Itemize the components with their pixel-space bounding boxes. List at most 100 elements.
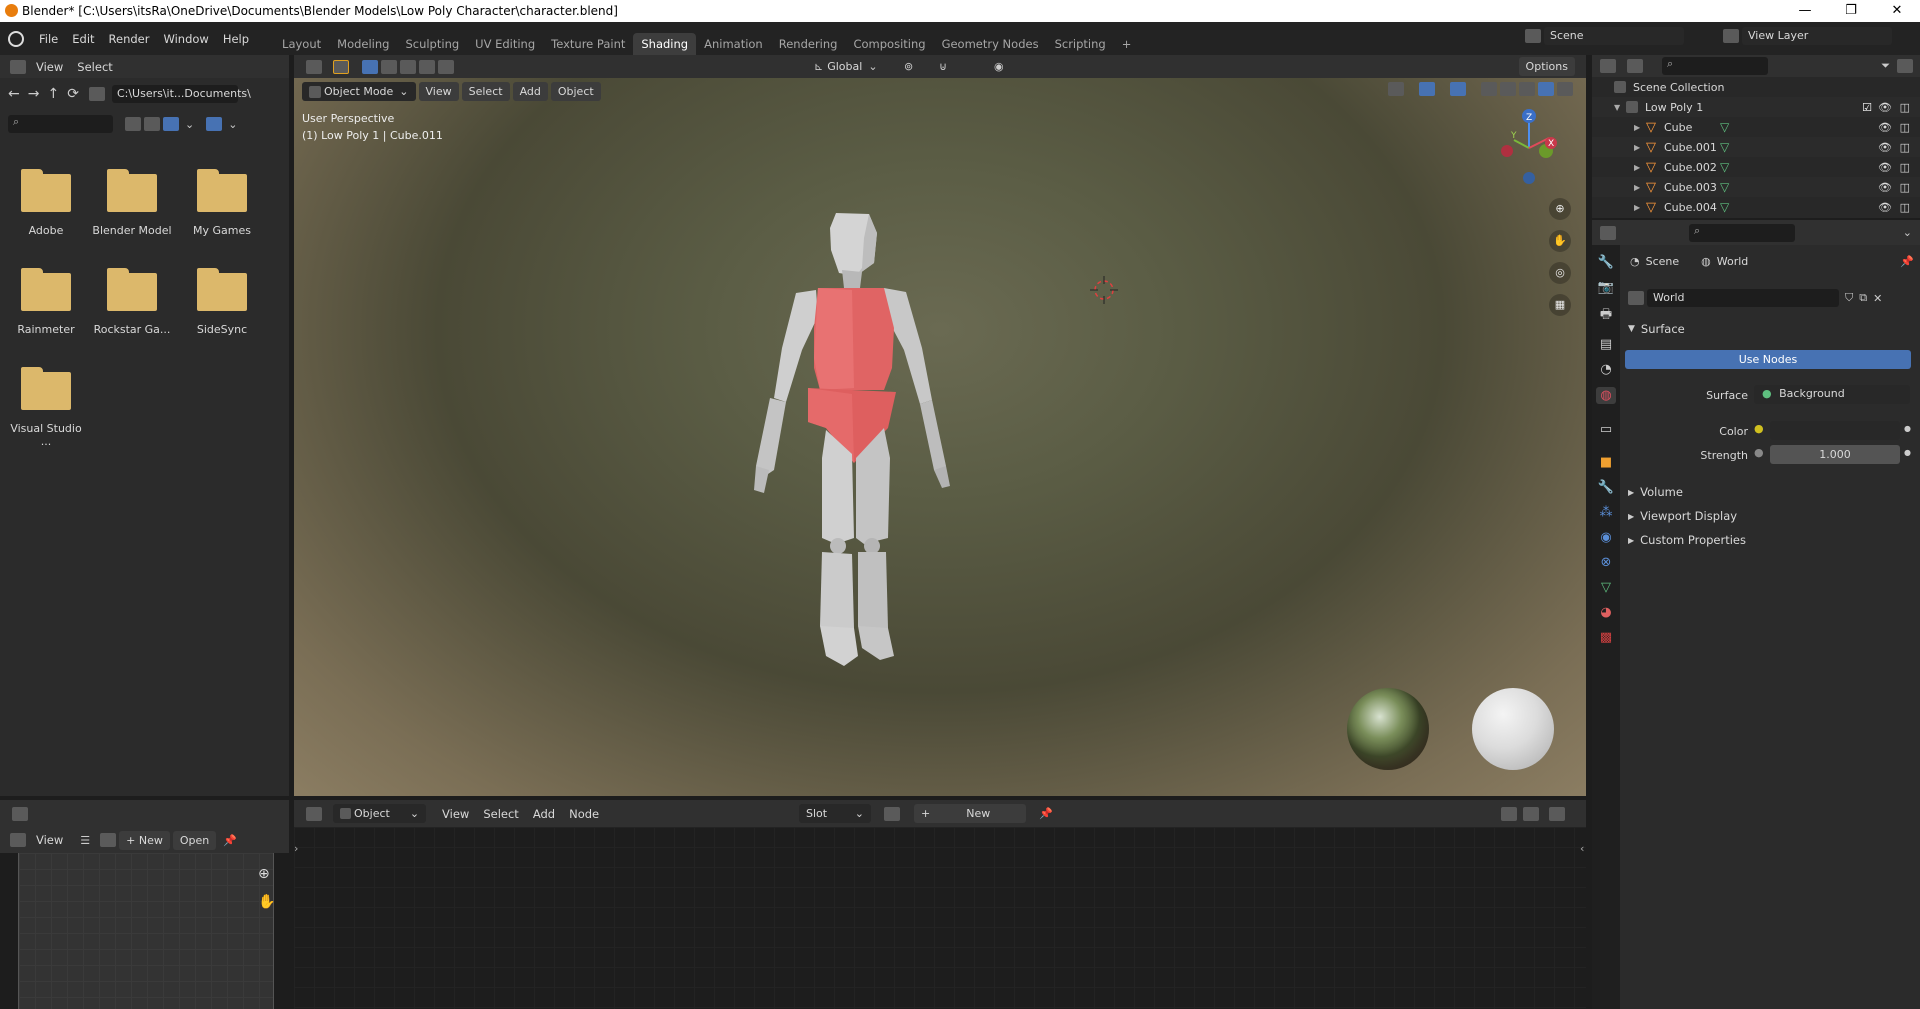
- tab-sculpting[interactable]: Sculpting: [397, 33, 467, 55]
- image-browse-icon[interactable]: [100, 833, 117, 847]
- node-node-menu[interactable]: Node: [562, 807, 606, 821]
- outliner-search-input[interactable]: ⌕: [1662, 57, 1768, 75]
- viewport-display-panel-header[interactable]: ▶ Viewport Display: [1628, 504, 1918, 528]
- duplicate-icon[interactable]: ⧉: [1859, 291, 1867, 305]
- expand-triangle-icon[interactable]: ▶: [1634, 163, 1646, 172]
- folder-item[interactable]: Rockstar Ga...: [92, 268, 172, 336]
- select-tool-icon[interactable]: [333, 59, 349, 74]
- mesh-data-tab-icon[interactable]: ▽: [1601, 580, 1611, 595]
- path-field[interactable]: C:\Users\it...Documents\: [111, 85, 251, 103]
- eye-icon[interactable]: 👁: [1878, 161, 1892, 174]
- collection-tab-icon[interactable]: ▭: [1600, 422, 1612, 437]
- tab-uv-editing[interactable]: UV Editing: [467, 33, 543, 55]
- eye-icon[interactable]: 👁: [1878, 141, 1892, 154]
- folder-item[interactable]: Blender Model: [92, 169, 172, 237]
- gizmo-toggle-icon[interactable]: [1419, 82, 1435, 96]
- eye-icon[interactable]: 👁: [1878, 121, 1892, 134]
- options-button[interactable]: Options: [1518, 57, 1575, 76]
- expand-triangle-icon[interactable]: ▶: [1634, 123, 1646, 132]
- expand-triangle-icon[interactable]: ▼: [1614, 103, 1626, 112]
- render-camera-icon[interactable]: ◫: [1900, 201, 1910, 214]
- outliner-object-row[interactable]: ▶ ▽ Cube.001 ▽ 👁 ◫: [1592, 137, 1920, 157]
- tab-texture-paint[interactable]: Texture Paint: [543, 33, 633, 55]
- outliner-object-row[interactable]: ▶ ▽ Cube.002 ▽ 👁 ◫: [1592, 157, 1920, 177]
- node-view-menu[interactable]: View: [435, 807, 476, 821]
- slot-selector[interactable]: Slot ⌄: [799, 804, 871, 823]
- tab-compositing[interactable]: Compositing: [845, 33, 933, 55]
- node-select-menu[interactable]: Select: [476, 807, 525, 821]
- neg-z-axis-handle[interactable]: [1523, 172, 1535, 184]
- pivot-point-icon[interactable]: ⊚: [904, 60, 913, 73]
- expand-triangle-icon[interactable]: ▶: [1634, 183, 1646, 192]
- editor-type-icon[interactable]: [1600, 225, 1616, 240]
- color-swatch[interactable]: [1770, 421, 1900, 440]
- new-image-button[interactable]: + New: [119, 830, 170, 850]
- 3d-viewport[interactable]: Object Mode ⌄ View Select Add Object Use…: [294, 78, 1586, 796]
- select-intersect-icon[interactable]: [419, 59, 435, 74]
- shader-node-canvas[interactable]: [294, 827, 1586, 1009]
- world-tab-icon[interactable]: ◍: [1596, 387, 1616, 404]
- scene-name-field[interactable]: Scene: [1544, 27, 1684, 45]
- new-material-button[interactable]: + New: [914, 804, 1026, 823]
- shader-type-selector[interactable]: Object ⌄: [333, 804, 427, 823]
- menu-render[interactable]: Render: [102, 32, 157, 46]
- outliner-scene-collection[interactable]: Scene Collection: [1592, 77, 1920, 97]
- new-collection-icon[interactable]: [1897, 59, 1913, 73]
- outliner-object-row[interactable]: ▶ ▽ Cube ▽ 👁 ◫: [1592, 117, 1920, 137]
- node-snap-icon[interactable]: [1523, 806, 1539, 821]
- tab-rendering[interactable]: Rendering: [771, 33, 846, 55]
- hand-pan-icon[interactable]: ✋: [258, 894, 275, 910]
- outliner-object-row[interactable]: ▶ ▽ Cube.003 ▽ 👁 ◫: [1592, 177, 1920, 197]
- node-add-menu[interactable]: Add: [526, 807, 562, 821]
- viewport-view-menu[interactable]: View: [418, 82, 459, 101]
- folder-item[interactable]: Adobe: [6, 169, 86, 237]
- transform-orientation[interactable]: ⊾ Global ⌄: [814, 60, 878, 73]
- surface-shader-field[interactable]: ● Background: [1754, 385, 1910, 404]
- tab-scripting[interactable]: Scripting: [1047, 33, 1114, 55]
- tool-tab-icon[interactable]: 🔧: [1598, 255, 1614, 270]
- select-subtract-icon[interactable]: [400, 59, 416, 74]
- proportional-edit-icon[interactable]: ◉: [994, 60, 1004, 73]
- mesh-data-icon[interactable]: ▽: [1720, 180, 1729, 194]
- use-nodes-button[interactable]: Use Nodes: [1625, 350, 1911, 369]
- select-box-mode-icon[interactable]: [362, 59, 378, 74]
- volume-panel-header[interactable]: ▶ Volume: [1628, 480, 1918, 504]
- back-arrow-icon[interactable]: ←: [8, 86, 20, 102]
- keyframe-dot-icon[interactable]: ●: [1904, 448, 1911, 457]
- minimize-button[interactable]: —: [1782, 0, 1828, 22]
- material-preview-shading-icon[interactable]: [1538, 82, 1554, 96]
- close-button[interactable]: ✕: [1874, 0, 1920, 22]
- filter-icon[interactable]: ⏷: [1881, 59, 1890, 73]
- overlay-toggle-icon[interactable]: [1450, 82, 1466, 96]
- zoom-icon[interactable]: ⊕: [1549, 198, 1571, 220]
- editor-type-icon[interactable]: [1600, 59, 1616, 73]
- properties-search-input[interactable]: ⌕: [1689, 223, 1795, 242]
- blender-menu-icon[interactable]: [8, 30, 24, 47]
- image-canvas[interactable]: [18, 853, 274, 1009]
- render-camera-icon[interactable]: ◫: [1900, 141, 1910, 154]
- maximize-button[interactable]: ❐: [1828, 0, 1874, 22]
- texture-tab-icon[interactable]: ▩: [1600, 630, 1612, 645]
- refresh-icon[interactable]: ⟳: [67, 86, 79, 102]
- render-tab-icon[interactable]: 📷: [1598, 280, 1614, 295]
- mode-selector[interactable]: Object Mode ⌄: [302, 82, 416, 101]
- add-workspace-icon[interactable]: +: [1114, 33, 1140, 55]
- pin-icon[interactable]: 📌: [1900, 255, 1914, 268]
- render-camera-icon[interactable]: ◫: [1900, 121, 1910, 134]
- menu-help[interactable]: Help: [216, 32, 256, 46]
- world-name-field[interactable]: World: [1647, 289, 1839, 307]
- surface-panel-header[interactable]: ▼ Surface: [1628, 322, 1685, 336]
- parent-node-tree-icon[interactable]: [1501, 806, 1517, 821]
- file-browser-select-menu[interactable]: Select: [70, 60, 119, 74]
- fake-user-shield-icon[interactable]: ⛉: [1845, 291, 1853, 305]
- eye-icon[interactable]: 👁: [1878, 181, 1892, 194]
- menu-file[interactable]: File: [32, 32, 65, 46]
- node-overlay-icon[interactable]: [1549, 806, 1565, 821]
- sidebar-toggle-chevron-icon[interactable]: ‹: [1580, 842, 1584, 855]
- render-camera-icon[interactable]: ◫: [1900, 161, 1910, 174]
- image-view-menu[interactable]: View: [29, 833, 70, 847]
- mesh-data-icon[interactable]: ▽: [1720, 160, 1729, 174]
- folder-item[interactable]: SideSync: [182, 268, 262, 336]
- camera-icon[interactable]: ◎: [1549, 262, 1571, 284]
- zoom-icon[interactable]: ⊕: [258, 866, 270, 882]
